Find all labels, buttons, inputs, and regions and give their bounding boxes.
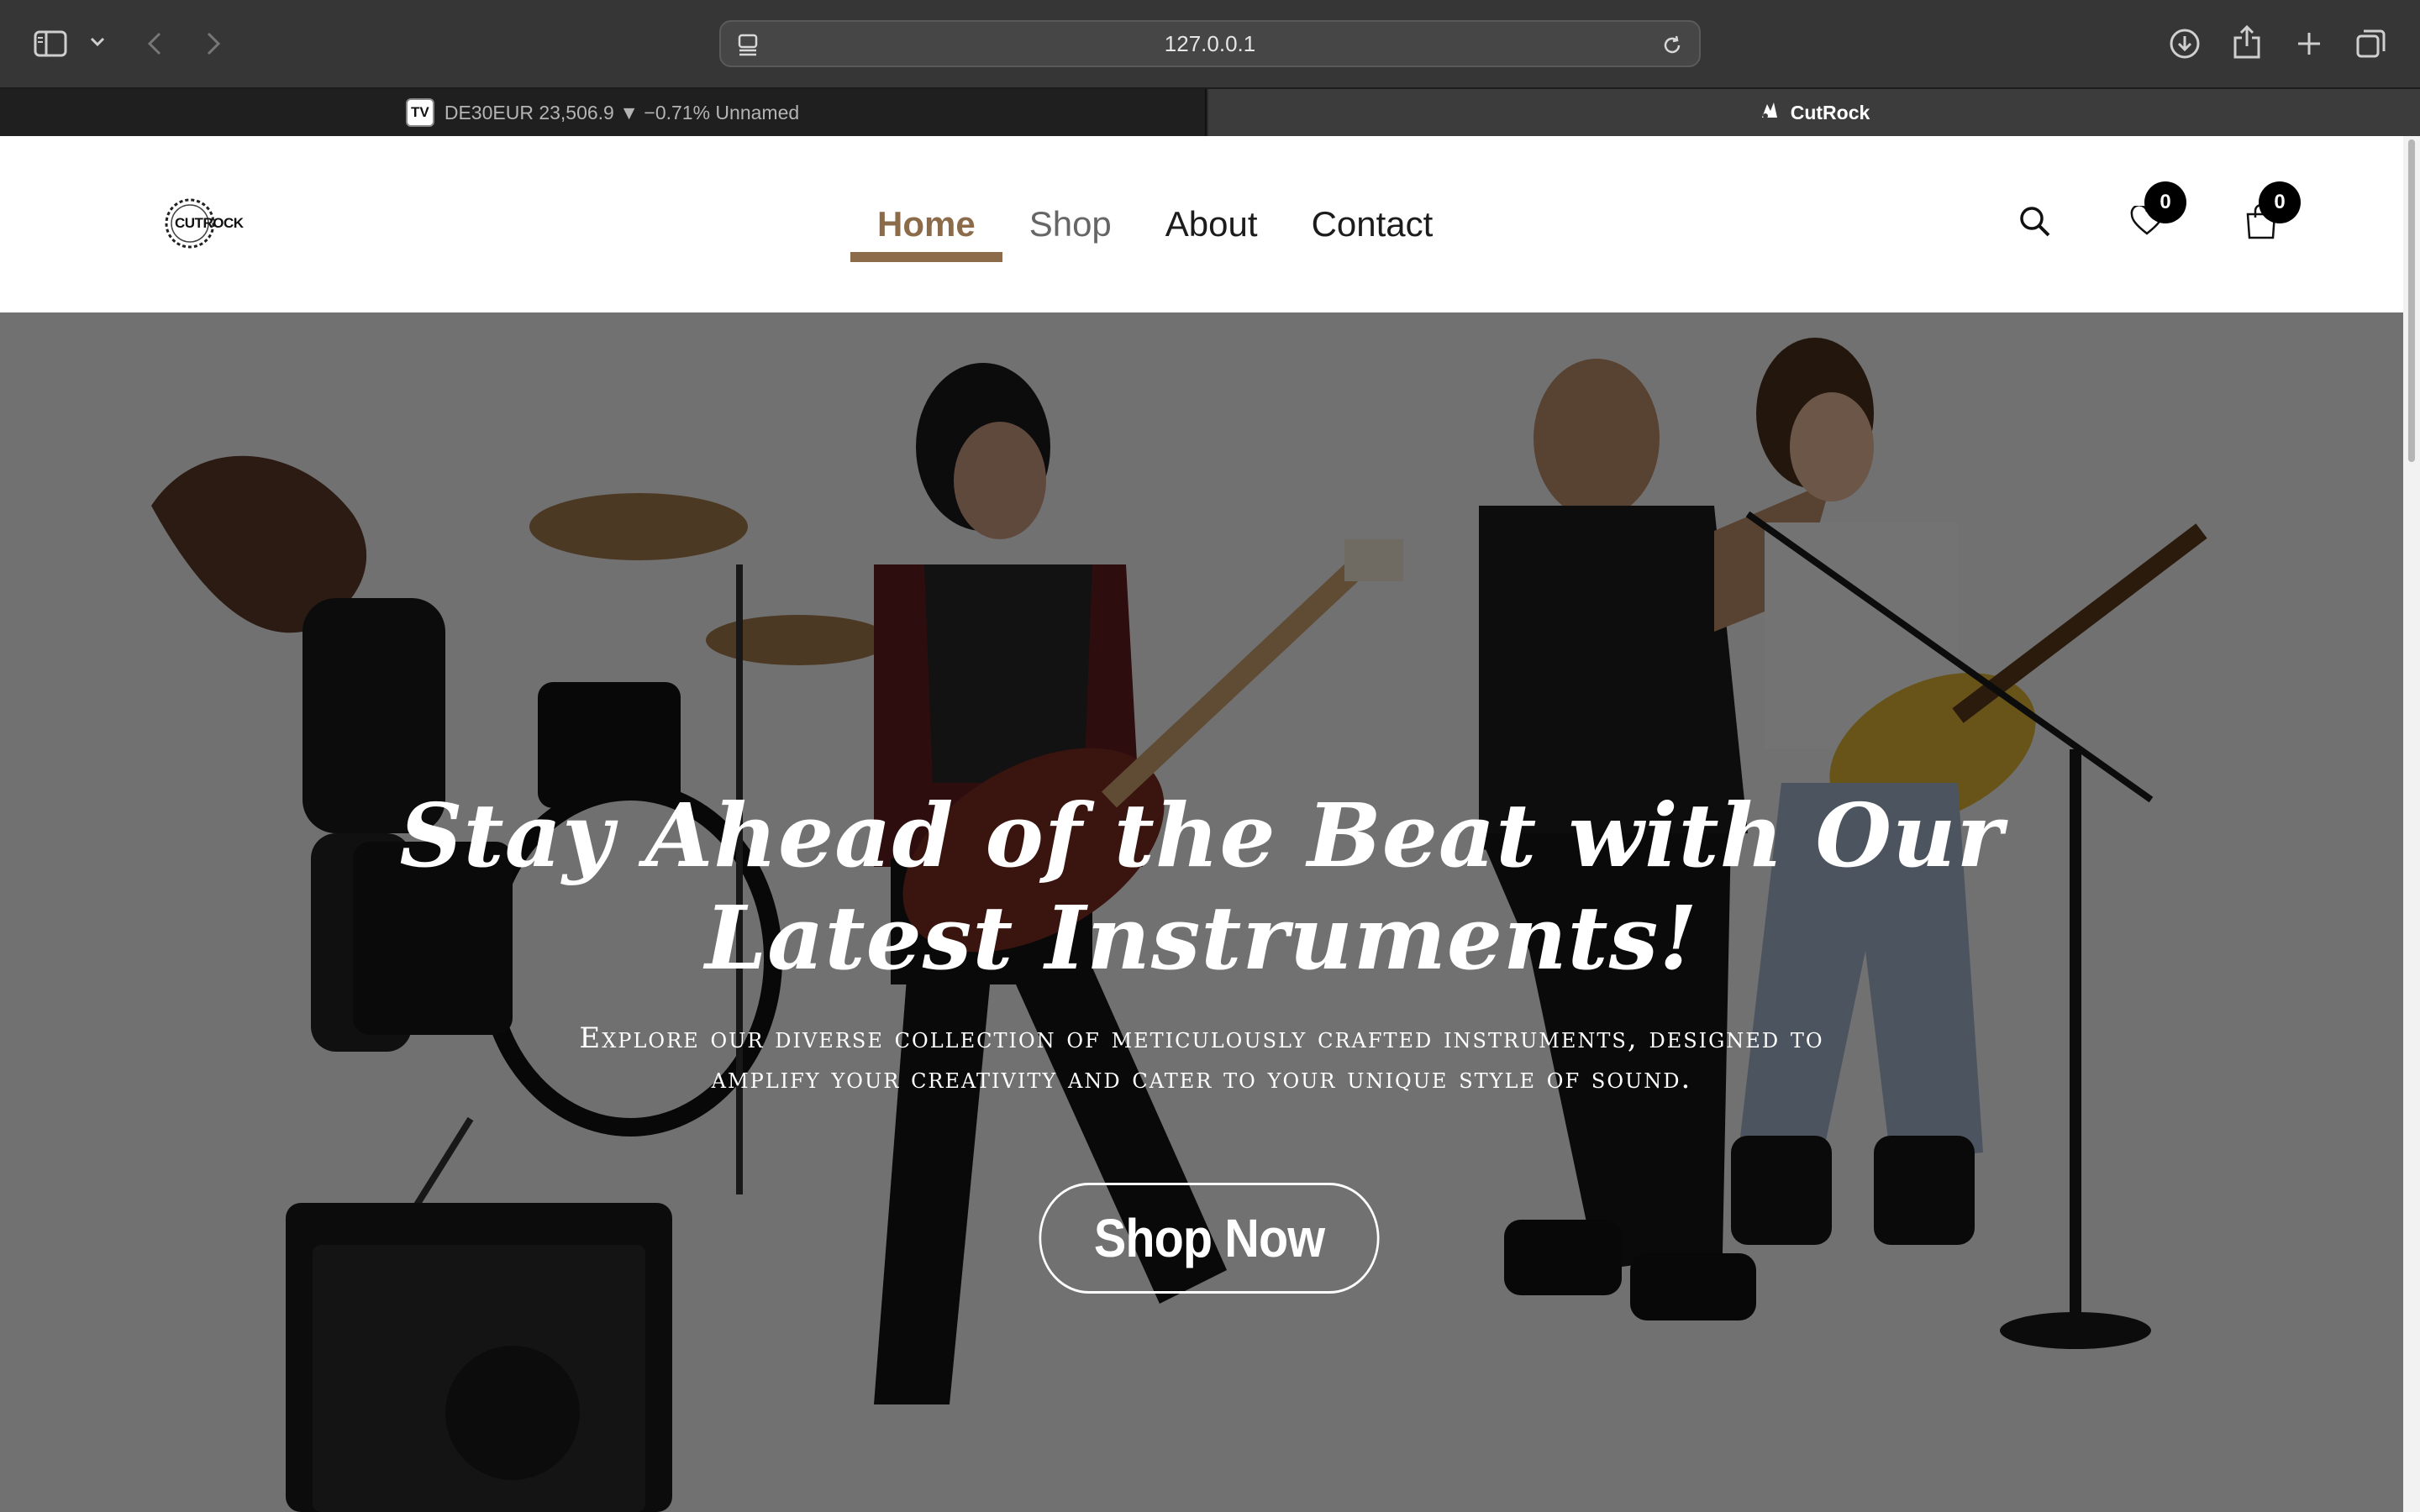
scrollbar-thumb[interactable]	[2408, 139, 2415, 462]
tab-label: DE30EUR 23,506.9 ▼ −0.71% Unnamed	[444, 101, 800, 123]
tab-strip: TV DE30EUR 23,506.9 ▼ −0.71% Unnamed Cut…	[0, 87, 2420, 136]
share-icon[interactable]	[2228, 22, 2265, 62]
sidebar-icon[interactable]	[32, 27, 69, 60]
nav-contact[interactable]: Contact	[1285, 136, 1460, 312]
search-icon[interactable]	[2005, 192, 2064, 250]
hero-title: Stay Ahead of the Beat with Our Latest I…	[399, 784, 2004, 990]
cutrock-favicon	[1759, 99, 1781, 126]
site-logo[interactable]: CUTROCK	[161, 195, 244, 252]
new-tab-icon[interactable]	[2291, 25, 2328, 62]
nav-about[interactable]: About	[1139, 136, 1285, 312]
tab-label: CutRock	[1790, 101, 1870, 123]
site-header: CUTROCK Home Shop About Contact 0 0	[0, 136, 2420, 312]
address-bar[interactable]: 127.0.0.1	[719, 20, 1701, 67]
nav-home[interactable]: Home	[850, 136, 1002, 312]
url-text[interactable]: 127.0.0.1	[721, 22, 1699, 66]
cart-count-badge: 0	[2259, 181, 2301, 223]
hero-banner: Stay Ahead of the Beat with Our Latest I…	[0, 312, 2403, 1512]
tab-tradingview[interactable]: TV DE30EUR 23,506.9 ▼ −0.71% Unnamed	[0, 89, 1207, 136]
cart-button[interactable]: 0	[2232, 181, 2301, 250]
tradingview-icon: TV	[405, 98, 434, 127]
page-scrollbar[interactable]	[2403, 136, 2420, 1512]
reload-icon[interactable]	[1657, 30, 1687, 60]
download-icon[interactable]	[2166, 25, 2203, 62]
hero-subtitle: Explore our diverse collection of meticu…	[579, 1021, 1824, 1095]
logo-text: CUTROCK	[175, 215, 244, 231]
forward-icon[interactable]	[200, 27, 227, 60]
browser-toolbar: 127.0.0.1	[0, 0, 2420, 87]
shop-now-button[interactable]: Shop Now	[1039, 1183, 1380, 1294]
wishlist-button[interactable]: 0	[2118, 181, 2186, 250]
chevron-down-icon[interactable]	[87, 32, 108, 52]
wishlist-count-badge: 0	[2144, 181, 2186, 223]
nav-shop[interactable]: Shop	[1002, 136, 1139, 312]
back-icon[interactable]	[141, 27, 168, 60]
main-nav: Home Shop About Contact	[850, 136, 1460, 312]
tab-cutrock[interactable]: CutRock	[1208, 89, 2420, 136]
tab-overview-icon[interactable]	[2353, 25, 2390, 62]
